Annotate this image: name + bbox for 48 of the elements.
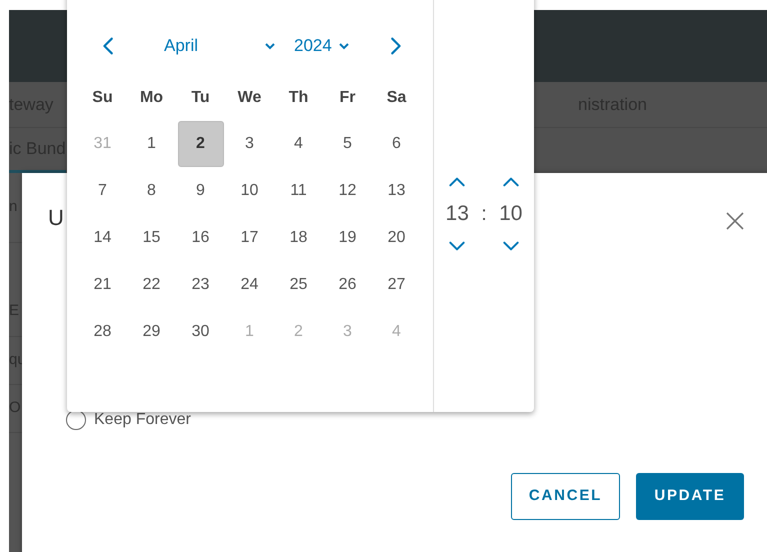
day-cell[interactable]: 1 xyxy=(128,120,174,166)
day-cell[interactable]: 13 xyxy=(374,168,420,214)
update-button[interactable]: UPDATE xyxy=(636,473,744,520)
day-cell[interactable]: 25 xyxy=(276,262,322,308)
day-cell[interactable]: 21 xyxy=(80,262,126,308)
day-cell[interactable]: 29 xyxy=(128,308,174,354)
day-cell[interactable]: 22 xyxy=(128,262,174,308)
day-cell[interactable]: 3 xyxy=(226,120,272,166)
weekday-label: Th xyxy=(288,88,308,108)
cancel-button[interactable]: CANCEL xyxy=(511,473,620,520)
day-cell[interactable]: 9 xyxy=(178,168,224,214)
year-select[interactable]: 2024 xyxy=(294,33,350,59)
day-cell[interactable]: 20 xyxy=(374,214,420,260)
day-cell[interactable]: 2 xyxy=(178,120,224,166)
day-cell[interactable]: 30 xyxy=(178,308,224,354)
minute-value: 10 xyxy=(499,201,522,227)
weekday-label: We xyxy=(238,88,262,108)
day-cell[interactable]: 17 xyxy=(226,214,272,260)
month-select[interactable]: April xyxy=(164,33,276,59)
weekday-label: Su xyxy=(92,88,113,108)
day-cell[interactable]: 5 xyxy=(324,120,370,166)
day-cell[interactable]: 18 xyxy=(276,214,322,260)
day-cell[interactable]: 16 xyxy=(178,214,224,260)
day-cell[interactable]: 6 xyxy=(374,120,420,166)
weekday-label: Mo xyxy=(140,88,164,108)
day-cell[interactable]: 24 xyxy=(226,262,272,308)
day-cell[interactable]: 10 xyxy=(226,168,272,214)
dialog-title: U xyxy=(48,207,64,229)
day-cell[interactable]: 26 xyxy=(324,262,370,308)
day-cell[interactable]: 19 xyxy=(324,214,370,260)
radio-button[interactable] xyxy=(66,410,86,430)
time-separator: : xyxy=(481,202,487,227)
day-cell[interactable]: 7 xyxy=(80,168,126,214)
day-cell[interactable]: 14 xyxy=(80,214,126,260)
weekday-label: Sa xyxy=(386,88,406,108)
day-cell[interactable]: 23 xyxy=(178,262,224,308)
close-icon[interactable] xyxy=(725,211,745,231)
day-cell[interactable]: 11 xyxy=(276,168,322,214)
day-cell[interactable]: 12 xyxy=(324,168,370,214)
day-cell[interactable]: 28 xyxy=(80,308,126,354)
weekday-label: Fr xyxy=(340,88,356,108)
day-cell[interactable]: 4 xyxy=(276,120,322,166)
hour-value: 13 xyxy=(446,201,469,227)
day-cell[interactable]: 8 xyxy=(128,168,174,214)
radio-label: Keep Forever xyxy=(94,410,191,430)
day-cell[interactable]: 27 xyxy=(374,262,420,308)
day-cell[interactable]: 15 xyxy=(128,214,174,260)
weekday-label: Tu xyxy=(191,88,210,108)
